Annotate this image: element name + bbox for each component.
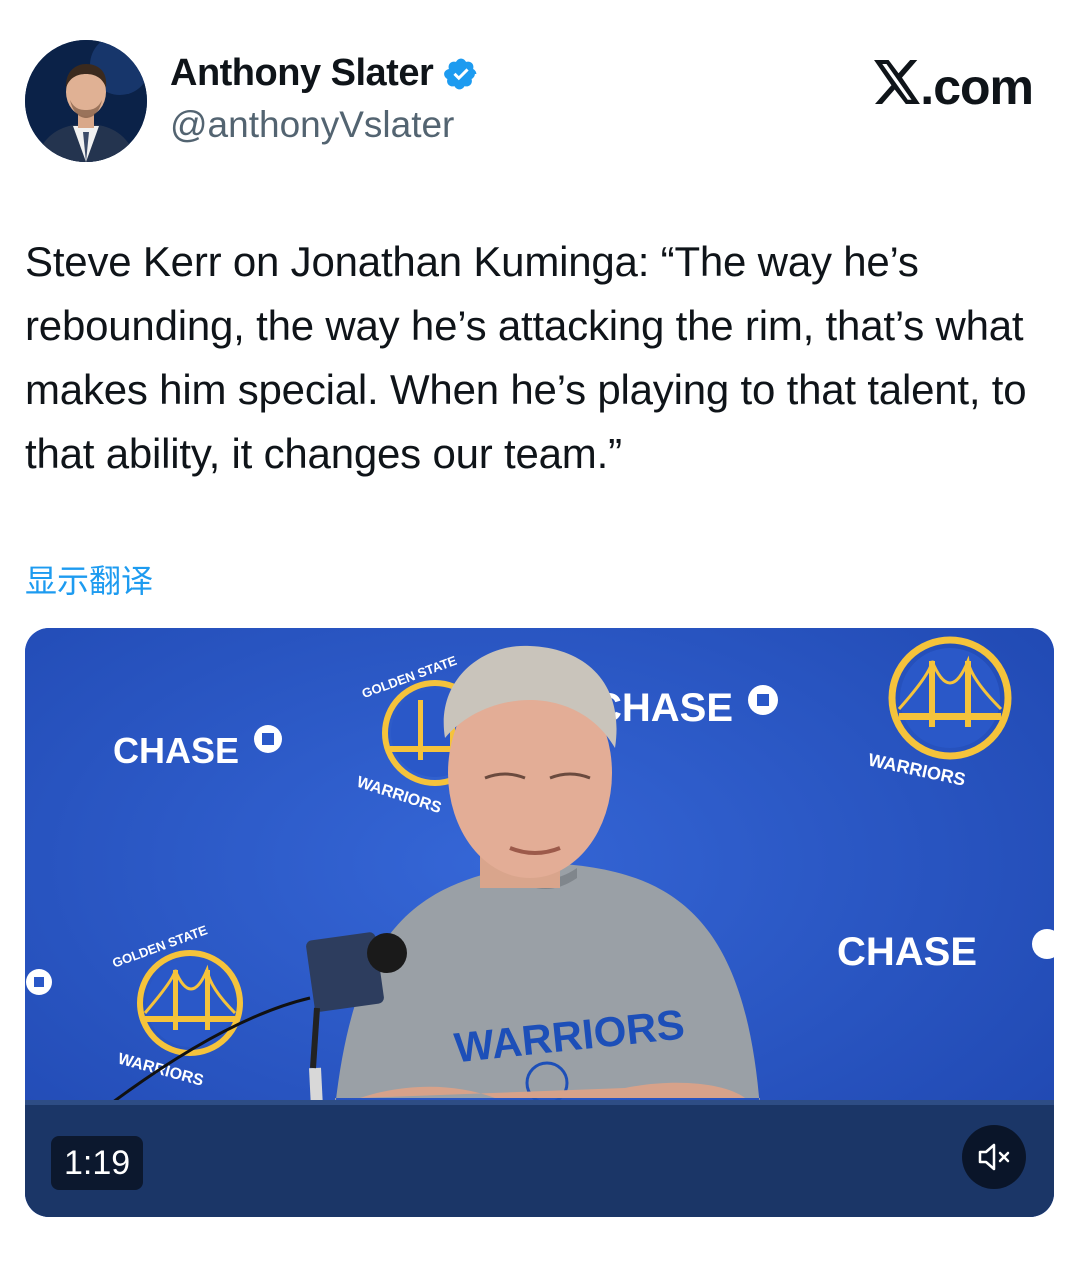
author-handle[interactable]: @anthonyVslater bbox=[170, 104, 454, 146]
show-translation-link[interactable]: 显示翻译 bbox=[25, 556, 153, 602]
author-name-row[interactable]: Anthony Slater bbox=[170, 52, 479, 95]
mute-button[interactable] bbox=[962, 1125, 1026, 1189]
video-frame: CHASE CHASE CHASE GOLDEN STATE WARRIORS bbox=[25, 628, 1054, 1217]
x-com-brand: .com bbox=[874, 58, 1034, 116]
video-player[interactable]: CHASE CHASE CHASE GOLDEN STATE WARRIORS bbox=[25, 628, 1054, 1217]
profile-photo bbox=[25, 40, 147, 162]
video-duration-badge: 1:19 bbox=[51, 1136, 144, 1190]
chase-logo: CHASE bbox=[113, 730, 239, 771]
author-display-name[interactable]: Anthony Slater bbox=[170, 52, 434, 95]
x-com-text: .com bbox=[920, 59, 1034, 115]
chase-logo: CHASE bbox=[837, 930, 977, 974]
volume-muted-icon bbox=[978, 1143, 1010, 1171]
tweet-text: Steve Kerr on Jonathan Kuminga: “The way… bbox=[25, 238, 1027, 477]
tweet-header: Anthony Slater @anthonyVslater .com bbox=[0, 0, 1079, 200]
verified-badge-icon bbox=[444, 58, 477, 89]
x-logo-icon bbox=[874, 60, 921, 104]
avatar[interactable] bbox=[25, 40, 147, 162]
